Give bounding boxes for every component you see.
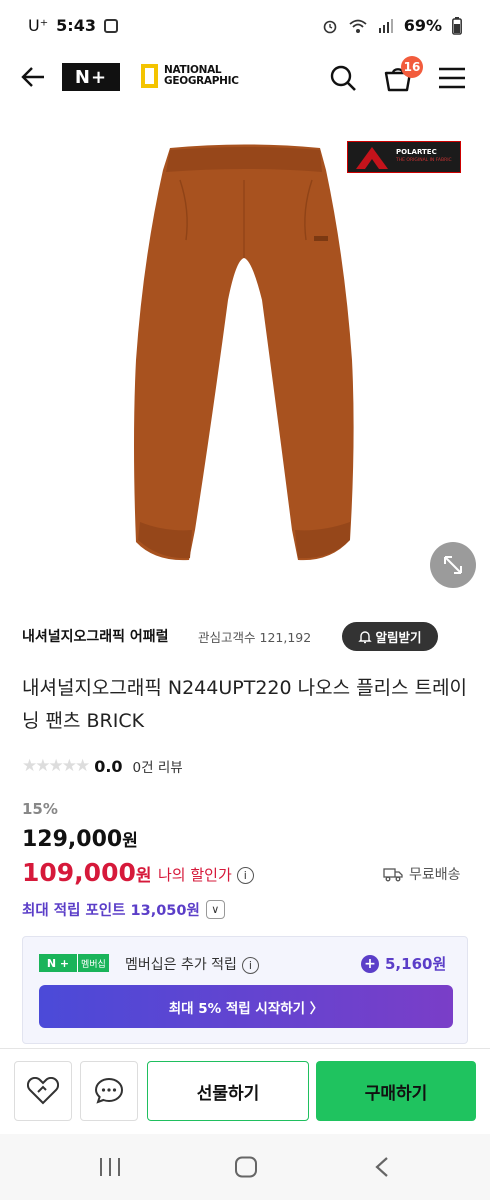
rating-value: 0.0 — [94, 756, 123, 776]
nplus-logo[interactable]: N+ — [62, 63, 120, 91]
discount-rate: 15% — [22, 800, 58, 818]
chat-bubble-icon — [94, 1077, 124, 1104]
free-shipping: 무료배송 — [383, 864, 461, 884]
system-nav-bar — [0, 1134, 490, 1200]
bell-plus-icon — [358, 630, 373, 643]
zoom-button[interactable] — [430, 542, 476, 588]
info-icon[interactable]: i — [241, 956, 259, 974]
menu-icon[interactable] — [438, 66, 466, 90]
bottom-action-bar: 선물하기 구매하기 — [0, 1048, 490, 1134]
polartec-sub: THE ORIGINAL IN FABRIC — [396, 158, 452, 163]
ng-frame-icon — [141, 64, 158, 88]
sale-price: 109,000원 — [22, 858, 152, 887]
max-points[interactable]: 최대 적립 포인트 13,050원 ∨ — [22, 899, 225, 920]
carrier-label: U⁺ — [28, 16, 49, 35]
battery-icon — [452, 16, 462, 35]
product-image[interactable] — [0, 118, 490, 604]
chevron-down-icon[interactable]: ∨ — [205, 900, 225, 919]
national-geographic-logo[interactable]: NATIONAL GEOGRAPHIC — [141, 64, 239, 88]
battery-percent: 69% — [403, 16, 442, 35]
cart-count-badge: 16 — [401, 56, 423, 78]
membership-points: + 5,160원 — [361, 953, 446, 974]
membership-text[interactable]: 멤버십은 추가 적립 i — [125, 954, 259, 974]
truck-icon — [383, 868, 403, 882]
buy-button[interactable]: 구매하기 — [316, 1061, 476, 1121]
nplus-membership-tag: N + 멤버십 — [39, 954, 109, 972]
back-arrow-icon[interactable] — [20, 65, 46, 89]
heart-icon — [27, 1077, 59, 1105]
interest-count: 관심고객수 121,192 — [198, 630, 312, 645]
plus-circle-icon: + — [361, 954, 379, 973]
review-count: 0건 리뷰 — [132, 760, 183, 776]
back-nav-icon[interactable] — [374, 1156, 390, 1178]
polartec-logo-icon — [356, 147, 388, 169]
wifi-icon — [349, 19, 367, 33]
alarm-button[interactable]: 알림받기 — [342, 622, 438, 651]
talk-button[interactable] — [80, 1061, 138, 1121]
brand-row: 내셔널지오그래픽 어패럴 관심고객수 121,192 알림받기 — [22, 622, 472, 651]
polartec-label: POLARTEC — [396, 148, 437, 156]
status-bar: U⁺ 5:43 69% — [0, 0, 490, 52]
my-price-label[interactable]: 나의 할인가 i — [158, 864, 254, 885]
membership-box: N + 멤버십 멤버십은 추가 적립 i + 5,160원 최대 5% 적립 시작… — [22, 936, 468, 1044]
gift-button[interactable]: 선물하기 — [147, 1061, 309, 1121]
recent-apps-icon[interactable] — [98, 1156, 122, 1178]
top-header: N+ NATIONAL GEOGRAPHIC 16 — [0, 52, 490, 104]
polartec-badge: POLARTEC THE ORIGINAL IN FABRIC — [347, 141, 461, 173]
rating-row[interactable]: ★★★★★ 0.0 0건 리뷰 — [22, 755, 183, 777]
time-label: 5:43 — [56, 16, 96, 35]
signal-icon — [378, 18, 393, 33]
original-price: 129,000원 — [22, 827, 138, 852]
home-icon[interactable] — [234, 1156, 258, 1178]
alarm-icon — [323, 20, 337, 33]
pants-illustration — [134, 144, 354, 561]
search-icon[interactable] — [329, 64, 357, 92]
membership-start-button[interactable]: 최대 5% 적립 시작하기 〉 — [39, 985, 453, 1028]
ng-line2: GEOGRAPHIC — [164, 75, 239, 87]
product-title: 내셔널지오그래픽 N244UPT220 나오스 플리스 트레이닝 팬츠 BRIC… — [22, 677, 468, 732]
wishlist-button[interactable] — [14, 1061, 72, 1121]
instagram-icon — [103, 18, 118, 33]
brand-name[interactable]: 내셔널지오그래픽 어패럴 — [22, 626, 169, 646]
expand-icon — [444, 556, 462, 574]
info-icon[interactable]: i — [236, 867, 254, 884]
alarm-label: 알림받기 — [375, 630, 422, 645]
star-rating-icon: ★★★★★ — [22, 756, 90, 776]
